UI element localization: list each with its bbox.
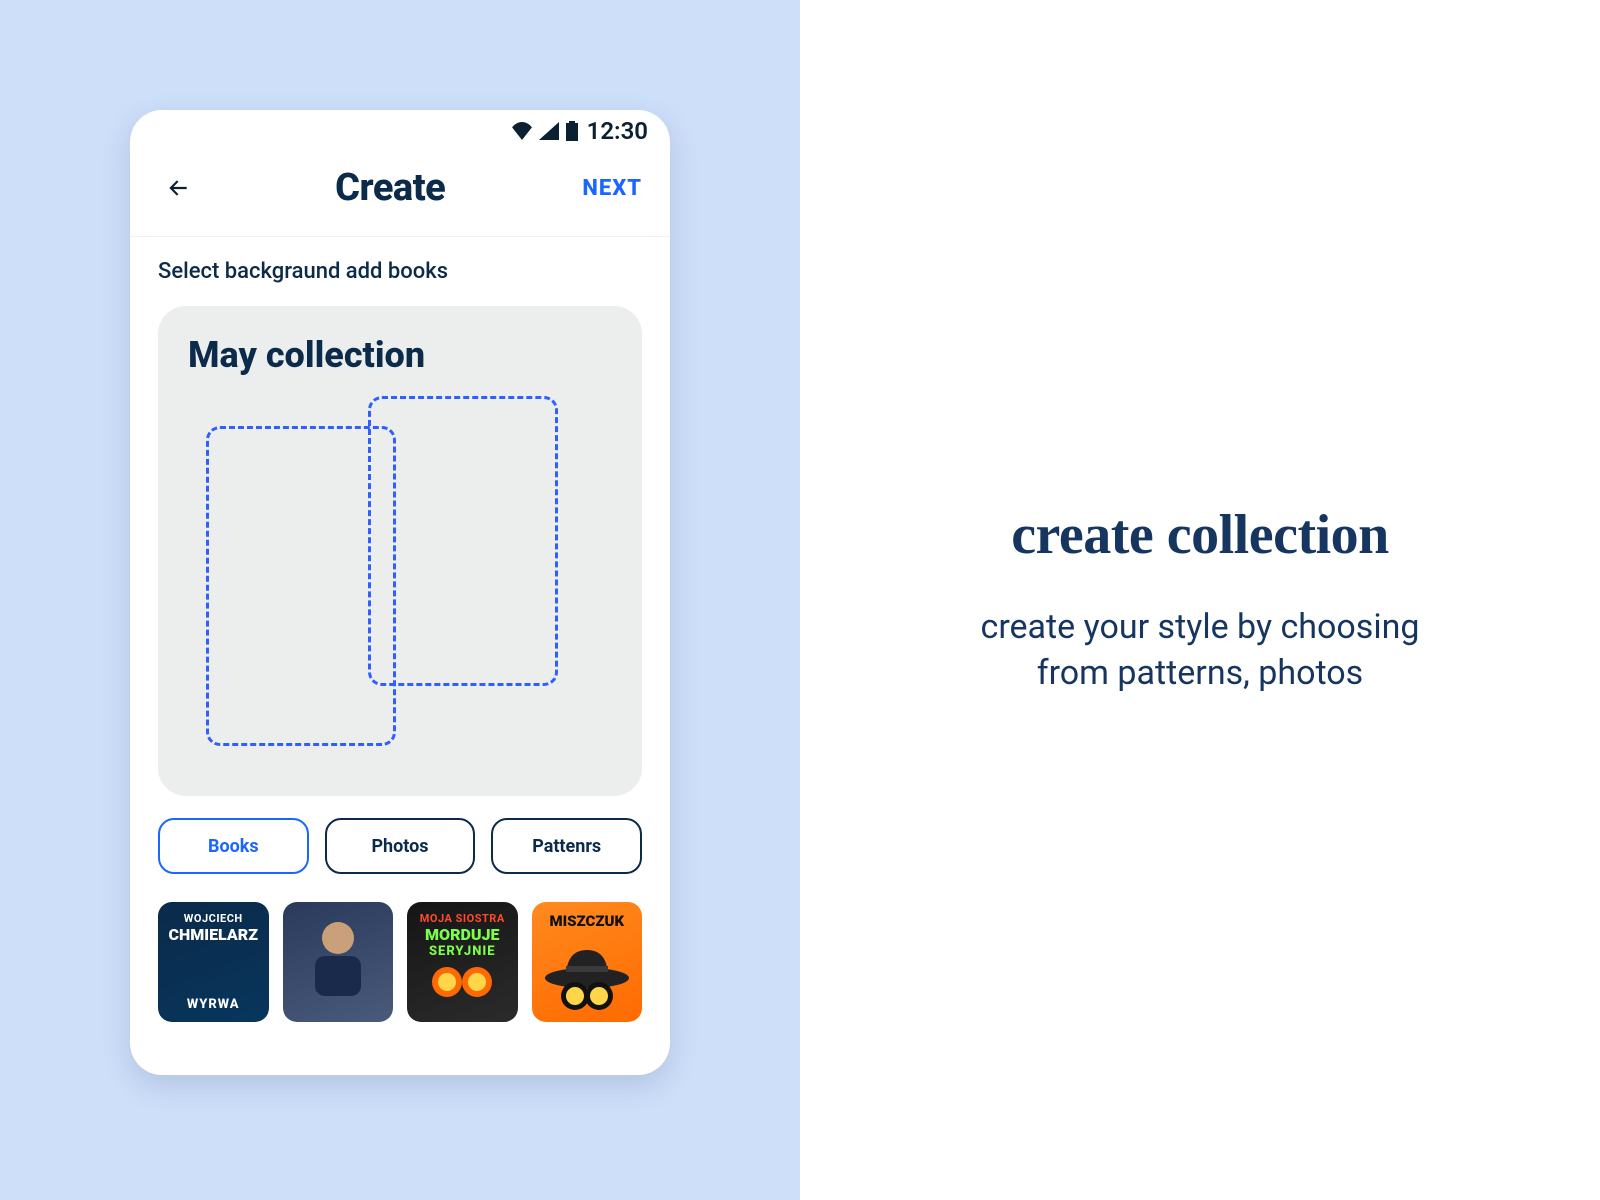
tab-photos[interactable]: Photos [325, 818, 476, 874]
hat-goggles-icon [542, 944, 632, 1014]
back-button[interactable] [158, 168, 198, 208]
book-slot-back[interactable] [368, 396, 558, 686]
cover-line: MORDUJE [425, 925, 499, 944]
tab-books[interactable]: Books [158, 818, 309, 874]
content-area: Select backgraund add books May collecti… [130, 237, 670, 1075]
cover-line: WOJCIECH [184, 912, 243, 925]
page-title: Create [335, 166, 445, 210]
book-cover[interactable] [283, 902, 394, 1022]
cover-line: WYRWA [187, 997, 240, 1012]
status-bar: 12:30 [130, 110, 670, 152]
right-panel: create collection create your style by c… [800, 0, 1600, 1200]
cover-line: SERYJNIE [429, 944, 496, 959]
marketing-subtext: create your style by choosing from patte… [950, 605, 1450, 697]
phone-mockup: 12:30 Create NEXT Select backgraund add … [130, 110, 670, 1075]
status-time: 12:30 [587, 117, 648, 145]
title-bar: Create NEXT [130, 152, 670, 236]
book-cover[interactable]: MISZCZUK [532, 902, 643, 1022]
marketing-headline: create collection [1011, 503, 1389, 567]
book-slot-front[interactable] [206, 426, 396, 746]
collection-title: May collection [188, 334, 612, 376]
cover-line: MISZCZUK [549, 912, 624, 930]
status-icons [511, 121, 579, 141]
cover-line: MOJA SIOSTRA [420, 912, 505, 925]
battery-icon [565, 121, 579, 141]
person-icon [303, 916, 373, 996]
left-panel: 12:30 Create NEXT Select backgraund add … [0, 0, 800, 1200]
arrow-left-icon [165, 175, 191, 201]
goggles-icon [427, 965, 497, 999]
next-button[interactable]: NEXT [582, 176, 642, 201]
cell-signal-icon [539, 122, 559, 140]
book-covers-row: WOJCIECH CHMIELARZ WYRWA MOJA SIOSTRA [158, 902, 642, 1022]
cover-line: CHMIELARZ [169, 925, 258, 944]
tab-patterns[interactable]: Pattenrs [491, 818, 642, 874]
book-cover[interactable]: MOJA SIOSTRA MORDUJE SERYJNIE [407, 902, 518, 1022]
wifi-icon [511, 122, 533, 140]
category-tabs: Books Photos Pattenrs [158, 818, 642, 874]
instruction-text: Select backgraund add books [158, 259, 642, 284]
collection-canvas[interactable]: May collection [158, 306, 642, 796]
book-cover[interactable]: WOJCIECH CHMIELARZ WYRWA [158, 902, 269, 1022]
